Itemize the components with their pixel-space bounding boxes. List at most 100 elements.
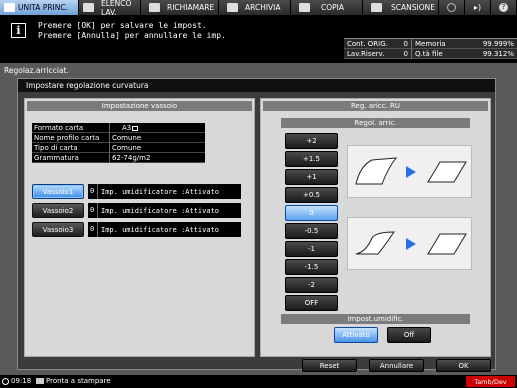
- tray-row-1: Vassoio1 0 Imp. umidificatore :Attivato: [32, 184, 241, 199]
- paper-type-value: Comune: [109, 143, 205, 153]
- tray-1-button[interactable]: Vassoio1: [32, 184, 84, 199]
- tray-row-3: Vassoio3 0 Imp. umidificatore :Attivato: [32, 222, 241, 237]
- paper-profile-value: Comune: [109, 133, 205, 143]
- tray-2-button[interactable]: Vassoio2: [32, 203, 84, 218]
- tray-1-humidifier-status: Imp. umidificatore :Attivato: [101, 187, 220, 196]
- tab-archivia[interactable]: ARCHIVIA: [219, 0, 291, 15]
- paper-orientation-icon: [132, 125, 139, 131]
- humidifier-subheader: Impost.umidific.: [281, 314, 470, 324]
- tray-3-info: 0 Imp. umidificatore :Attivato: [88, 222, 241, 237]
- reset-button[interactable]: Reset: [302, 359, 357, 372]
- top-tab-bar: UNITA PRINC. ELENCO LAV. RICHIAMARE ARCH…: [0, 0, 517, 17]
- message-line-2: Premere [Annulla] per annullare le imp.: [38, 31, 226, 40]
- scan-icon: [371, 3, 382, 12]
- memoria-label: Memoria: [415, 40, 446, 48]
- qta-file-value: 99.312%: [482, 50, 514, 58]
- curl-adjust-header: Reg. aricc. RU: [263, 101, 488, 111]
- curl-level-minus-1-5-button[interactable]: -1.5: [285, 259, 338, 275]
- archive-icon: [227, 3, 238, 12]
- tab-richiamare[interactable]: RICHIAMARE: [141, 0, 219, 15]
- message-area: i Premere [OK] per salvare le impost. Pr…: [0, 15, 517, 63]
- tab-label: UNITA PRINC.: [18, 3, 69, 12]
- dialog-title: Impostare regolazione curvatura: [18, 79, 495, 92]
- humidifier-on-button[interactable]: Attivato: [334, 327, 378, 343]
- tray-row-2: Vassoio2 0 Imp. umidificatore :Attivato: [32, 203, 241, 218]
- counter-status-grid: Cont. ORIG. 0 Memoria 99.999% Lav.Riserv. 0…: [344, 38, 517, 59]
- curl-level-plus-1-5-button[interactable]: +1.5: [285, 151, 338, 167]
- clock-icon: [2, 377, 9, 385]
- lav-riserv-value: 0: [403, 50, 408, 58]
- humidifier-off-button[interactable]: Off: [387, 327, 431, 343]
- cont-orig-label: Cont. ORIG.: [347, 40, 388, 48]
- curl-level-plus-1-button[interactable]: +1: [285, 169, 338, 185]
- paper-info-row: Grammatura 62-74g/m2: [32, 153, 205, 163]
- tab-unita-princ[interactable]: UNITA PRINC.: [0, 0, 79, 15]
- upward-curl-illustration: [347, 145, 472, 198]
- qta-file-label: Q.tà file: [415, 50, 443, 58]
- cont-orig-value: 0: [403, 40, 408, 48]
- tray-3-humidifier-status: Imp. umidificatore :Attivato: [101, 225, 220, 234]
- tray-3-number: 0: [88, 222, 98, 237]
- curl-adjust-dialog: Impostare regolazione curvatura Impostaz…: [17, 78, 496, 370]
- tab-elenco-lav[interactable]: ELENCO LAV.: [79, 0, 141, 17]
- paper-size-value: A3: [109, 123, 205, 133]
- curl-up-to-flat-icon: [355, 157, 467, 185]
- tray-2-number: 0: [88, 203, 98, 218]
- message-line-1: Premere [OK] per salvare le impost.: [38, 21, 207, 30]
- curl-level-minus-0-5-button[interactable]: -0.5: [285, 223, 338, 239]
- lav-riserv-label: Lav.Riserv.: [347, 50, 385, 58]
- printer-status-text: Pronta a stampare: [46, 377, 111, 385]
- bottom-status-bar: 09:18 Pronta a stampare Tamb/Dev: [0, 375, 517, 388]
- tray-3-button[interactable]: Vassoio3: [32, 222, 84, 237]
- help-icon: ?: [499, 3, 508, 12]
- paper-profile-label: Nome profilo carta: [32, 133, 109, 143]
- tab-label: RICHIAMARE: [167, 3, 215, 12]
- paper-info-row: Nome profilo carta Comune: [32, 133, 205, 143]
- clock-time: 09:18: [11, 377, 32, 385]
- paper-size-label: Formato carta: [32, 123, 109, 133]
- paper-weight-label: Grammatura: [32, 153, 109, 163]
- tray-settings-panel: Impostazione vassoio Formato carta A3 No…: [24, 98, 255, 357]
- toner-warning-text: Tamb/Dev: [474, 377, 507, 386]
- machine-icon: [4, 3, 15, 12]
- paper-info-table: Formato carta A3 Nome profilo carta Comu…: [32, 123, 205, 163]
- copy-icon: [299, 3, 310, 12]
- tray-1-info: 0 Imp. umidificatore :Attivato: [88, 184, 241, 199]
- toner-warning-badge[interactable]: Tamb/Dev: [466, 376, 515, 387]
- curl-level-minus-2-button[interactable]: -2: [285, 277, 338, 293]
- tray-settings-header: Impostazione vassoio: [27, 101, 252, 111]
- globe-button[interactable]: [439, 0, 465, 15]
- downward-curl-illustration: [347, 217, 472, 270]
- main-screen: Regolaz.arricciat. Impostare regolazione…: [0, 63, 517, 375]
- paper-info-row: Tipo di carta Comune: [32, 143, 205, 153]
- curl-level-0-button[interactable]: 0: [285, 205, 338, 221]
- help-button[interactable]: ?: [491, 0, 517, 15]
- info-icon: i: [11, 23, 26, 38]
- tray-2-info: 0 Imp. umidificatore :Attivato: [88, 203, 241, 218]
- cancel-button[interactable]: Annullare: [369, 359, 424, 372]
- curl-down-to-flat-icon: [355, 231, 467, 255]
- curl-level-minus-1-button[interactable]: -1: [285, 241, 338, 257]
- tray-1-number: 0: [88, 184, 98, 199]
- speaker-icon: ▸): [473, 3, 482, 12]
- paper-info-row: Formato carta A3: [32, 123, 205, 133]
- job-list-icon: [83, 3, 94, 12]
- curl-level-plus-2-button[interactable]: +2: [285, 133, 338, 149]
- tab-copia[interactable]: COPIA: [291, 0, 363, 15]
- paper-type-label: Tipo di carta: [32, 143, 109, 153]
- curl-level-subheader: Regol. arric.: [281, 118, 470, 128]
- curl-adjust-panel: Reg. aricc. RU Regol. arric. +2 +1.5 +1 …: [260, 98, 491, 357]
- tab-label: COPIA: [321, 3, 345, 12]
- globe-icon: [447, 3, 456, 12]
- curl-level-plus-0-5-button[interactable]: +0.5: [285, 187, 338, 203]
- recall-icon: [149, 3, 160, 12]
- volume-button[interactable]: ▸): [465, 0, 491, 15]
- screen-title: Regolaz.arricciat.: [4, 66, 69, 75]
- curl-level-off-button[interactable]: OFF: [285, 295, 338, 311]
- printer-status-icon: [36, 378, 44, 384]
- tab-label: ARCHIVIA: [245, 3, 281, 12]
- paper-weight-value: 62-74g/m2: [109, 153, 205, 163]
- tab-scansione[interactable]: SCANSIONE: [363, 0, 439, 15]
- message-text: Premere [OK] per salvare le impost. Prem…: [38, 21, 226, 41]
- ok-button[interactable]: OK: [436, 359, 491, 372]
